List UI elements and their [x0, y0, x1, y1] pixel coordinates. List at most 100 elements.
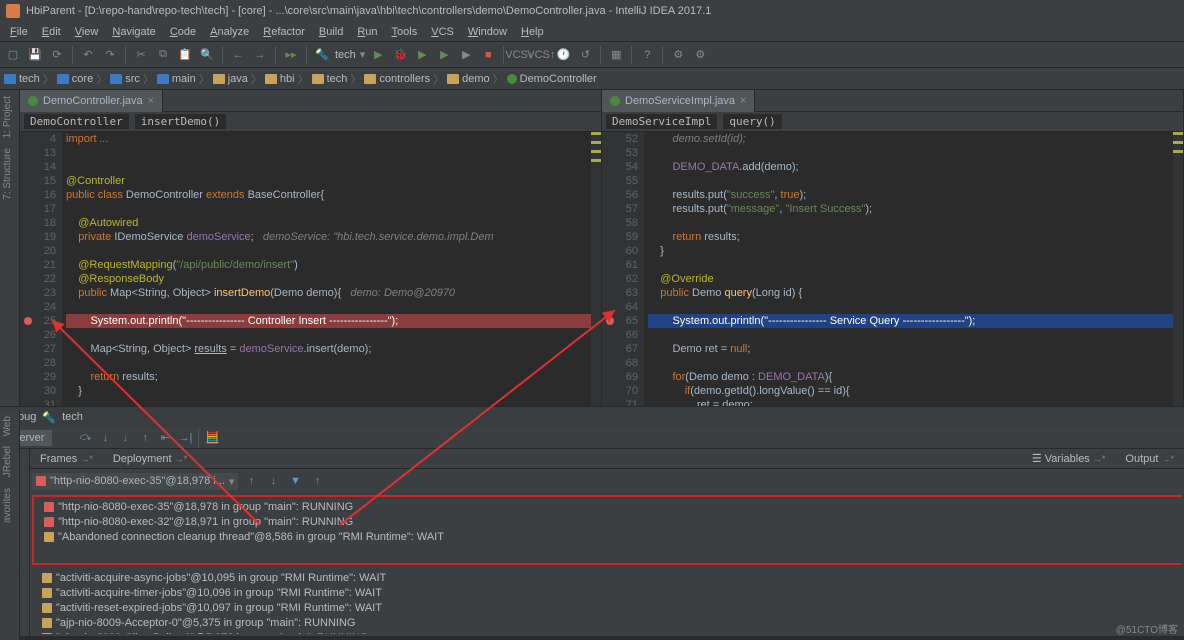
- run-config-icon: 🔦: [313, 46, 331, 64]
- breadcrumb-item[interactable]: hbi: [265, 73, 295, 85]
- breadcrumb-item[interactable]: controllers: [364, 73, 430, 85]
- coverage-icon[interactable]: ▶: [413, 46, 431, 64]
- drop-frame-icon[interactable]: ⇤: [156, 429, 174, 447]
- step-out-icon[interactable]: ↑: [136, 429, 154, 447]
- thread-item[interactable]: "activiti-acquire-async-jobs"@10,095 in …: [34, 571, 1180, 586]
- xrebel-icon[interactable]: ⚙: [691, 46, 709, 64]
- menu-help[interactable]: Help: [515, 25, 550, 39]
- step-into-icon[interactable]: ↓: [96, 429, 114, 447]
- menu-vcs[interactable]: VCS: [425, 25, 460, 39]
- menu-view[interactable]: View: [69, 25, 105, 39]
- menu-file[interactable]: File: [4, 25, 34, 39]
- thread-list[interactable]: "http-nio-8080-exec-35"@18,978 in group …: [32, 495, 1182, 565]
- thread-item[interactable]: "http-nio-8080-exec-32"@18,971 in group …: [36, 514, 1180, 529]
- expand-icon[interactable]: ↑: [308, 472, 326, 490]
- run-icon[interactable]: ▶: [369, 46, 387, 64]
- vcs-history-icon[interactable]: 🕐: [554, 46, 572, 64]
- find-icon[interactable]: 🔍: [198, 46, 216, 64]
- tab-demoserviceimpl[interactable]: DemoServiceImpl.java ×: [602, 90, 755, 112]
- breadcrumb-item[interactable]: src: [110, 73, 140, 85]
- crumb-class[interactable]: DemoController: [24, 114, 129, 129]
- thread-item[interactable]: "Abandoned connection cleanup thread"@8,…: [36, 529, 1180, 544]
- watermark: @51CTO博客: [1116, 621, 1178, 636]
- vcs-commit-icon[interactable]: VCS↑: [532, 46, 550, 64]
- code-right[interactable]: demo.setId(id); DEMO_DATA.add(demo); res…: [644, 132, 1173, 406]
- build-icon[interactable]: ▸▸: [282, 46, 300, 64]
- breadcrumb-item[interactable]: tech: [4, 73, 40, 85]
- evaluate-icon[interactable]: 🧮: [203, 429, 221, 447]
- favorites-tool-tab[interactable]: avorites: [0, 484, 15, 527]
- attach-icon[interactable]: ▶: [457, 46, 475, 64]
- sync-icon[interactable]: ⟳: [48, 46, 66, 64]
- force-step-icon[interactable]: ↓: [116, 429, 134, 447]
- crumb-method[interactable]: query(): [723, 114, 781, 129]
- structure-tool-tab[interactable]: 7: Structure: [0, 144, 15, 204]
- run-to-cursor-icon[interactable]: →|: [176, 429, 194, 447]
- filter-icon[interactable]: ▼: [286, 472, 304, 490]
- gutter-right[interactable]: 5253545556575859606162636465666768697071…: [602, 132, 644, 406]
- markers-left[interactable]: [591, 132, 601, 406]
- jrebel-icon[interactable]: ⚙: [669, 46, 687, 64]
- tab-democontroller[interactable]: DemoController.java ×: [20, 90, 163, 112]
- thread-item[interactable]: "ajp-nio-8009-ClientPoller-0"@5,373 in g…: [34, 631, 1180, 635]
- project-tool-tab[interactable]: 1: Project: [0, 92, 15, 142]
- crumb-class[interactable]: DemoServiceImpl: [606, 114, 717, 129]
- breadcrumb-item[interactable]: java: [213, 73, 248, 85]
- menu-edit[interactable]: Edit: [36, 25, 67, 39]
- web-tool-tab[interactable]: Web: [0, 412, 15, 440]
- jrebel-tool-tab[interactable]: JRebel: [0, 442, 15, 481]
- close-icon[interactable]: ×: [740, 95, 746, 107]
- editor-right: DemoServiceImpl.java × DemoServiceImpl q…: [602, 90, 1184, 406]
- breadcrumb-item[interactable]: DemoController: [507, 73, 597, 85]
- markers-right[interactable]: [1173, 132, 1183, 406]
- thread-item[interactable]: "http-nio-8080-exec-35"@18,978 in group …: [36, 499, 1180, 514]
- redo-icon[interactable]: ↷: [101, 46, 119, 64]
- thread-item[interactable]: "activiti-acquire-timer-jobs"@10,096 in …: [34, 586, 1180, 601]
- menu-window[interactable]: Window: [462, 25, 513, 39]
- menu-code[interactable]: Code: [164, 25, 202, 39]
- editor-left: DemoController.java × DemoController ins…: [20, 90, 602, 406]
- breadcrumb-item[interactable]: tech: [312, 73, 348, 85]
- stop-icon[interactable]: ■: [479, 46, 497, 64]
- breadcrumb-item[interactable]: main: [157, 73, 196, 85]
- profile-icon[interactable]: ▶: [435, 46, 453, 64]
- help-icon[interactable]: ?: [638, 46, 656, 64]
- deployment-tab[interactable]: Deployment →*: [103, 451, 197, 467]
- breadcrumb-item[interactable]: core: [57, 73, 93, 85]
- save-icon[interactable]: 💾: [26, 46, 44, 64]
- vcs-update-icon[interactable]: VCS↓: [510, 46, 528, 64]
- frames-tab[interactable]: Frames →*: [30, 451, 103, 467]
- structure-icon[interactable]: ▦: [607, 46, 625, 64]
- breadcrumb-item[interactable]: demo: [447, 73, 490, 85]
- step-over-icon[interactable]: ⤼: [76, 429, 94, 447]
- next-frame-icon[interactable]: ↓: [264, 472, 282, 490]
- thread-item[interactable]: "ajp-nio-8009-Acceptor-0"@5,375 in group…: [34, 616, 1180, 631]
- menu-run[interactable]: Run: [351, 25, 383, 39]
- run-config-select[interactable]: tech: [335, 49, 356, 61]
- variables-tab[interactable]: ☰ Variables →*: [1022, 450, 1116, 467]
- forward-icon[interactable]: →: [251, 46, 269, 64]
- output-tab[interactable]: Output →*: [1115, 451, 1184, 467]
- cut-icon[interactable]: ✂: [132, 46, 150, 64]
- thread-list-rest[interactable]: "activiti-acquire-async-jobs"@10,095 in …: [32, 569, 1182, 635]
- close-icon[interactable]: ×: [148, 95, 154, 107]
- menu-refactor[interactable]: Refactor: [257, 25, 311, 39]
- vcs-revert-icon[interactable]: ↺: [576, 46, 594, 64]
- menu-analyze[interactable]: Analyze: [204, 25, 255, 39]
- prev-frame-icon[interactable]: ↑: [242, 472, 260, 490]
- thread-selector[interactable]: "http-nio-8080-exec-35"@18,978 i... ▾: [32, 473, 238, 490]
- menu-tools[interactable]: Tools: [386, 25, 424, 39]
- copy-icon[interactable]: ⧉: [154, 46, 172, 64]
- debug-icon[interactable]: 🐞: [391, 46, 409, 64]
- undo-icon[interactable]: ↶: [79, 46, 97, 64]
- paste-icon[interactable]: 📋: [176, 46, 194, 64]
- menu-navigate[interactable]: Navigate: [106, 25, 161, 39]
- open-icon[interactable]: ▢: [4, 46, 22, 64]
- code-left[interactable]: import ... @Controllerpublic class DemoC…: [62, 132, 591, 406]
- thread-item[interactable]: "activiti-reset-expired-jobs"@10,097 in …: [34, 601, 1180, 616]
- back-icon[interactable]: ←: [229, 46, 247, 64]
- crumb-method[interactable]: insertDemo(): [135, 114, 226, 129]
- window-titlebar: HbiParent - [D:\repo-hand\repo-tech\tech…: [0, 0, 1184, 22]
- gutter-left[interactable]: 4131415161718192021222324252627282930313…: [20, 132, 62, 406]
- menu-build[interactable]: Build: [313, 25, 349, 39]
